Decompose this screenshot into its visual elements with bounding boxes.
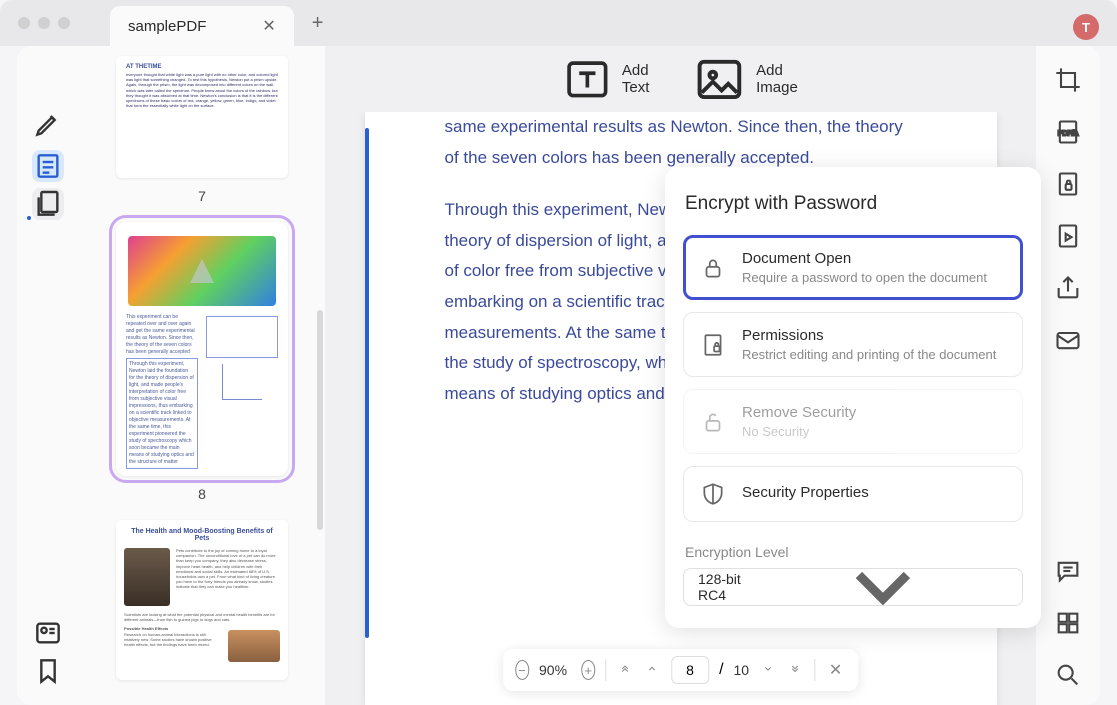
page-separator: / xyxy=(719,661,723,679)
new-tab-button[interactable]: + xyxy=(312,12,324,35)
minimize-window[interactable] xyxy=(38,17,50,29)
encrypt-option-properties[interactable]: Security Properties xyxy=(683,466,1023,522)
slideshow-tool[interactable] xyxy=(1054,222,1082,250)
thumbnail-page-7[interactable]: AT THETIME everyone thought that white l… xyxy=(116,56,288,178)
window-controls xyxy=(18,17,70,29)
tab-close-icon[interactable]: ✕ xyxy=(262,16,275,36)
permissions-title: Permissions xyxy=(742,327,996,344)
remove-title: Remove Security xyxy=(742,404,856,421)
encryption-level-value: 128-bit RC4 xyxy=(698,571,758,603)
highlighter-tool[interactable] xyxy=(32,108,64,140)
lock-icon xyxy=(700,255,726,281)
svg-text:PDF/A: PDF/A xyxy=(1058,131,1079,138)
paragraph-1: same experimental results as Newton. Sin… xyxy=(445,112,917,173)
last-page-button[interactable] xyxy=(787,661,805,679)
thumb9-text: Pets contribute to the joy of coming hom… xyxy=(176,548,280,606)
thumb9-cat-image xyxy=(124,548,170,606)
bookmark-tool[interactable] xyxy=(32,655,64,687)
crop-tool[interactable] xyxy=(1054,66,1082,94)
thumb8-image xyxy=(128,236,276,306)
active-indicator xyxy=(27,216,31,220)
thumb9-text2: Scientists are looking at what the poten… xyxy=(124,612,280,622)
first-page-button[interactable] xyxy=(616,661,634,679)
bottom-toolbar: − 90% + / 10 ✕ xyxy=(503,649,859,691)
thumbnail-scrollbar[interactable] xyxy=(317,310,323,530)
page-input[interactable] xyxy=(671,656,709,684)
grid-tool[interactable] xyxy=(1054,609,1082,637)
properties-title: Security Properties xyxy=(742,484,869,501)
thumb9-dog-image xyxy=(228,630,280,662)
encrypt-option-permissions[interactable]: Permissions Restrict editing and printin… xyxy=(683,312,1023,377)
share-tool[interactable] xyxy=(1054,274,1082,302)
image-icon xyxy=(693,53,746,106)
close-toolbar-button[interactable]: ✕ xyxy=(825,660,846,680)
add-text-label: Add Text xyxy=(622,62,653,96)
add-text-button[interactable]: Add Text xyxy=(563,55,653,104)
search-tool[interactable] xyxy=(1054,661,1082,689)
permissions-icon xyxy=(700,332,726,358)
add-image-button[interactable]: Add Image xyxy=(693,53,798,106)
encryption-level-label: Encryption Level xyxy=(683,544,1023,560)
encrypt-option-document-open[interactable]: Document Open Require a password to open… xyxy=(683,235,1023,300)
next-page-button[interactable] xyxy=(759,661,777,679)
pages-tool[interactable] xyxy=(32,188,64,220)
total-pages: 10 xyxy=(734,662,750,678)
right-toolbar: PDF/A xyxy=(1036,46,1100,705)
zoom-in-button[interactable]: + xyxy=(581,660,595,680)
thumb9-heading: The Health and Mood-Boosting Benefits of… xyxy=(124,528,280,542)
encrypt-option-remove: Remove Security No Security xyxy=(683,389,1023,454)
encrypt-tool[interactable] xyxy=(1054,170,1082,198)
encrypt-panel: Encrypt with Password Document Open Requ… xyxy=(665,167,1041,628)
encryption-level-select[interactable]: 128-bit RC4 xyxy=(683,568,1023,606)
tab-title: samplePDF xyxy=(128,18,206,35)
zoom-value[interactable]: 90% xyxy=(539,662,571,678)
unlock-icon xyxy=(700,409,726,435)
encrypt-title: Encrypt with Password xyxy=(683,193,1023,215)
chevron-down-icon xyxy=(758,569,1008,605)
email-tool[interactable] xyxy=(1054,326,1082,354)
annotations-tool[interactable] xyxy=(32,150,64,182)
thumbnail-page-9[interactable]: The Health and Mood-Boosting Benefits of… xyxy=(116,520,288,680)
avatar[interactable]: T xyxy=(1073,14,1099,40)
comments-tool[interactable] xyxy=(1054,557,1082,585)
thumbnail-page-8[interactable]: This experiment can be repeated over and… xyxy=(116,222,288,476)
zoom-out-button[interactable]: − xyxy=(515,660,529,680)
maximize-window[interactable] xyxy=(58,17,70,29)
add-image-label: Add Image xyxy=(756,62,798,96)
thumb8-text: This experiment can be repeated over and… xyxy=(116,314,288,469)
tab-samplepdf[interactable]: samplePDF ✕ xyxy=(110,6,294,46)
thumb7-heading: AT THETIME xyxy=(126,64,278,70)
document-toolbar: Add Text Add Image xyxy=(325,46,1036,112)
thumbnail-panel: AT THETIME everyone thought that white l… xyxy=(79,46,325,705)
form-tool[interactable] xyxy=(32,617,64,649)
page-scroll-indicator xyxy=(365,128,369,638)
thumb7-label: 7 xyxy=(93,188,311,204)
close-window[interactable] xyxy=(18,17,30,29)
left-toolbar xyxy=(17,46,79,705)
doc-open-title: Document Open xyxy=(742,250,987,267)
thumb9-subhead: Possible Health Effects xyxy=(124,626,168,631)
doc-open-sub: Require a password to open the document xyxy=(742,270,987,285)
thumb8-label: 8 xyxy=(93,486,311,502)
title-bar: samplePDF ✕ + T xyxy=(0,0,1117,46)
prev-page-button[interactable] xyxy=(644,661,662,679)
pdf-convert-tool[interactable]: PDF/A xyxy=(1054,118,1082,146)
shield-icon xyxy=(700,481,726,507)
thumb7-text: everyone thought that white light was a … xyxy=(126,72,278,108)
remove-sub: No Security xyxy=(742,424,856,439)
text-icon xyxy=(563,55,612,104)
permissions-sub: Restrict editing and printing of the doc… xyxy=(742,347,996,362)
